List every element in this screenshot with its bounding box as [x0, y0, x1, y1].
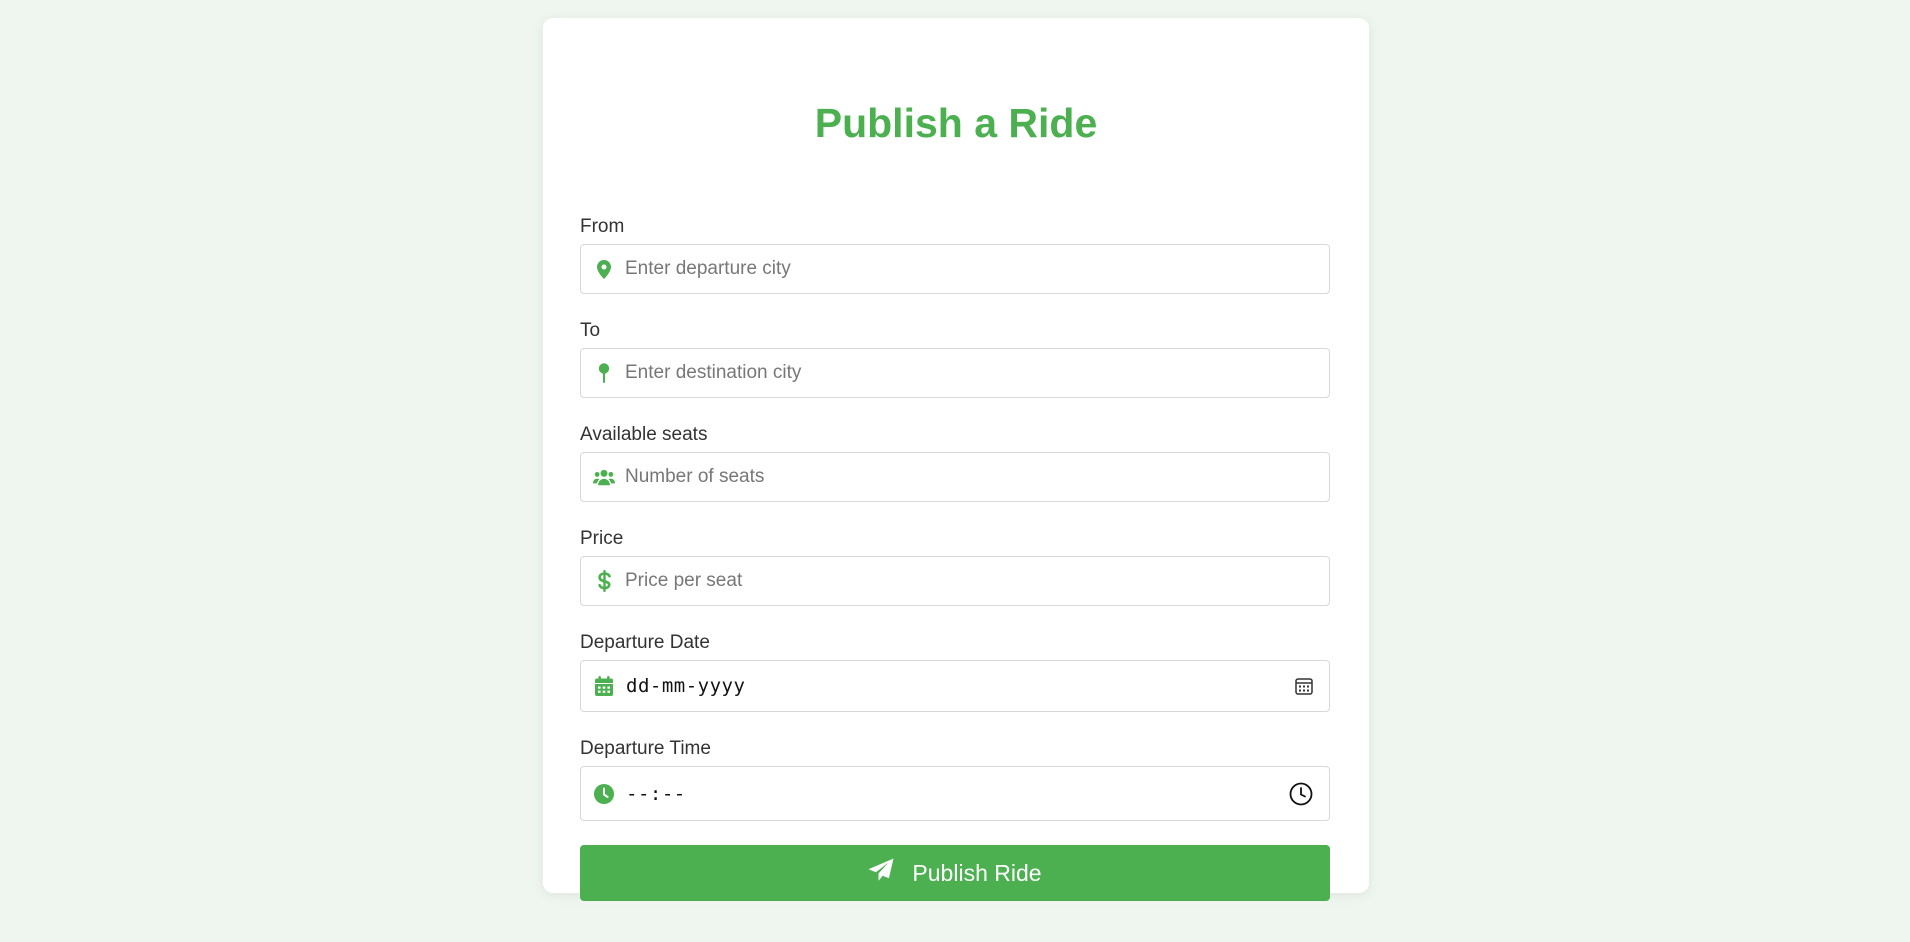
departure-date-label: Departure Date — [580, 632, 710, 653]
seats-input[interactable] — [625, 453, 1319, 501]
to-field: To — [580, 320, 1332, 398]
to-label: To — [580, 320, 601, 341]
seats-label: Available seats — [580, 424, 708, 445]
calendar-icon — [593, 675, 615, 697]
seats-field: Available seats — [580, 424, 1332, 502]
to-input[interactable] — [625, 349, 1319, 397]
map-marker-icon — [593, 258, 615, 280]
departure-time-label: Departure Time — [580, 738, 711, 759]
publish-ride-label: Publish Ride — [912, 859, 1042, 886]
departure-date-input[interactable]: dd-mm-yyyy — [580, 660, 1330, 712]
departure-time-input[interactable]: --:-- — [580, 766, 1330, 821]
clock-icon — [593, 783, 615, 805]
publish-ride-card: Publish a Ride From To Availab — [543, 18, 1369, 901]
from-field: From — [580, 216, 1332, 294]
departure-time-field: Departure Time --:-- — [580, 738, 1332, 821]
to-input-wrapper — [580, 348, 1330, 398]
map-pin-icon — [593, 362, 615, 384]
time-value: --:-- — [626, 782, 686, 805]
from-input[interactable] — [625, 245, 1319, 293]
from-label: From — [580, 216, 625, 237]
dollar-icon — [593, 570, 615, 592]
users-icon — [593, 466, 615, 488]
page-title: Publish a Ride — [814, 100, 1098, 146]
price-input[interactable] — [625, 557, 1319, 605]
clock-picker-icon[interactable] — [1289, 782, 1313, 806]
seats-input-wrapper — [580, 452, 1330, 502]
paper-plane-icon — [868, 858, 894, 888]
price-field: Price — [580, 528, 1332, 606]
price-input-wrapper — [580, 556, 1330, 606]
from-input-wrapper — [580, 244, 1330, 294]
price-label: Price — [580, 528, 624, 549]
publish-ride-button[interactable]: Publish Ride — [580, 845, 1330, 901]
date-value: dd-mm-yyyy — [626, 675, 746, 697]
departure-date-field: Departure Date dd-mm-yyyy — [580, 632, 1332, 712]
calendar-picker-icon[interactable] — [1295, 677, 1313, 695]
